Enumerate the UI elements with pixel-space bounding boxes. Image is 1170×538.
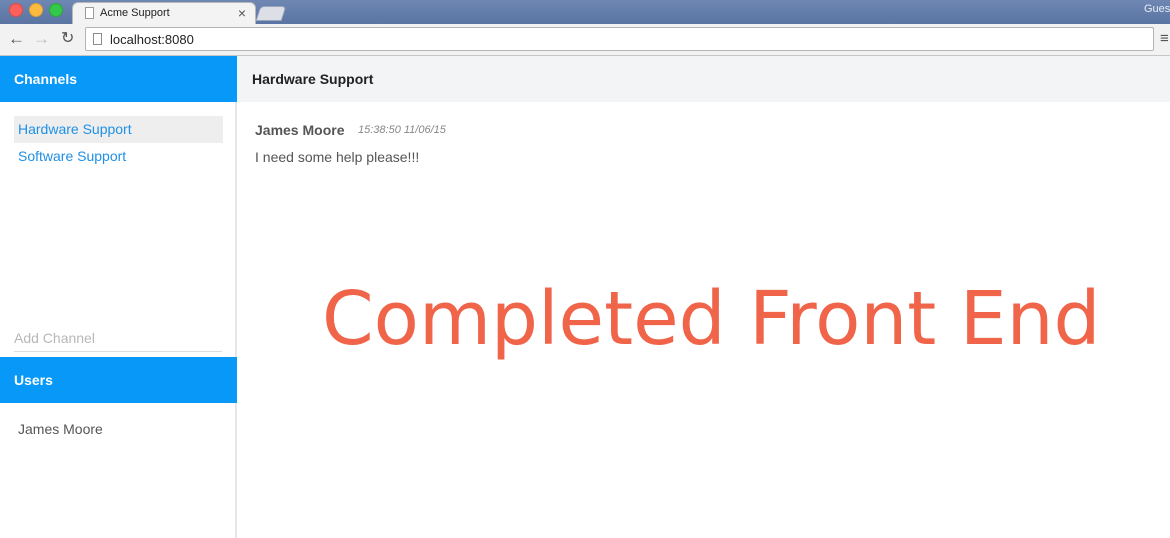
- message-text: I need some help please!!!: [255, 149, 420, 165]
- reload-icon[interactable]: ↻: [61, 29, 74, 49]
- profile-label[interactable]: Guest: [1144, 3, 1170, 15]
- browser-titlebar: Acme Support × Guest: [0, 0, 1170, 24]
- browser-toolbar: ← → ↻ localhost:8080 ≡: [0, 24, 1170, 56]
- channel-title: Hardware Support: [237, 56, 1170, 102]
- browser-tab[interactable]: Acme Support ×: [72, 2, 256, 24]
- user-item[interactable]: James Moore: [18, 421, 103, 437]
- channel-item-hardware-support[interactable]: Hardware Support: [14, 116, 223, 143]
- forward-arrow-icon[interactable]: →: [33, 29, 50, 49]
- back-arrow-icon[interactable]: ←: [8, 29, 25, 49]
- add-channel-input[interactable]: [14, 324, 222, 352]
- address-url[interactable]: localhost:8080: [110, 32, 194, 47]
- sidebar: Channels Hardware Support Software Suppo…: [0, 56, 237, 538]
- channels-header: Channels: [0, 56, 237, 102]
- page-icon: [85, 7, 94, 19]
- overlay-caption: Completed Front End: [322, 276, 1101, 362]
- message-author: James Moore: [255, 122, 345, 138]
- window-close-button[interactable]: [9, 3, 23, 17]
- window-maximize-button[interactable]: [49, 3, 63, 17]
- menu-icon[interactable]: ≡: [1160, 30, 1169, 48]
- page-icon: [93, 33, 102, 45]
- users-header: Users: [0, 357, 237, 403]
- message-timestamp: 15:38:50 11/06/15: [358, 124, 446, 136]
- tab-title: Acme Support: [100, 7, 170, 19]
- new-tab-button[interactable]: [255, 6, 287, 21]
- channel-item-software-support[interactable]: Software Support: [14, 143, 223, 170]
- address-bar[interactable]: localhost:8080: [85, 27, 1154, 51]
- tab-close-icon[interactable]: ×: [238, 5, 246, 21]
- window-minimize-button[interactable]: [29, 3, 43, 17]
